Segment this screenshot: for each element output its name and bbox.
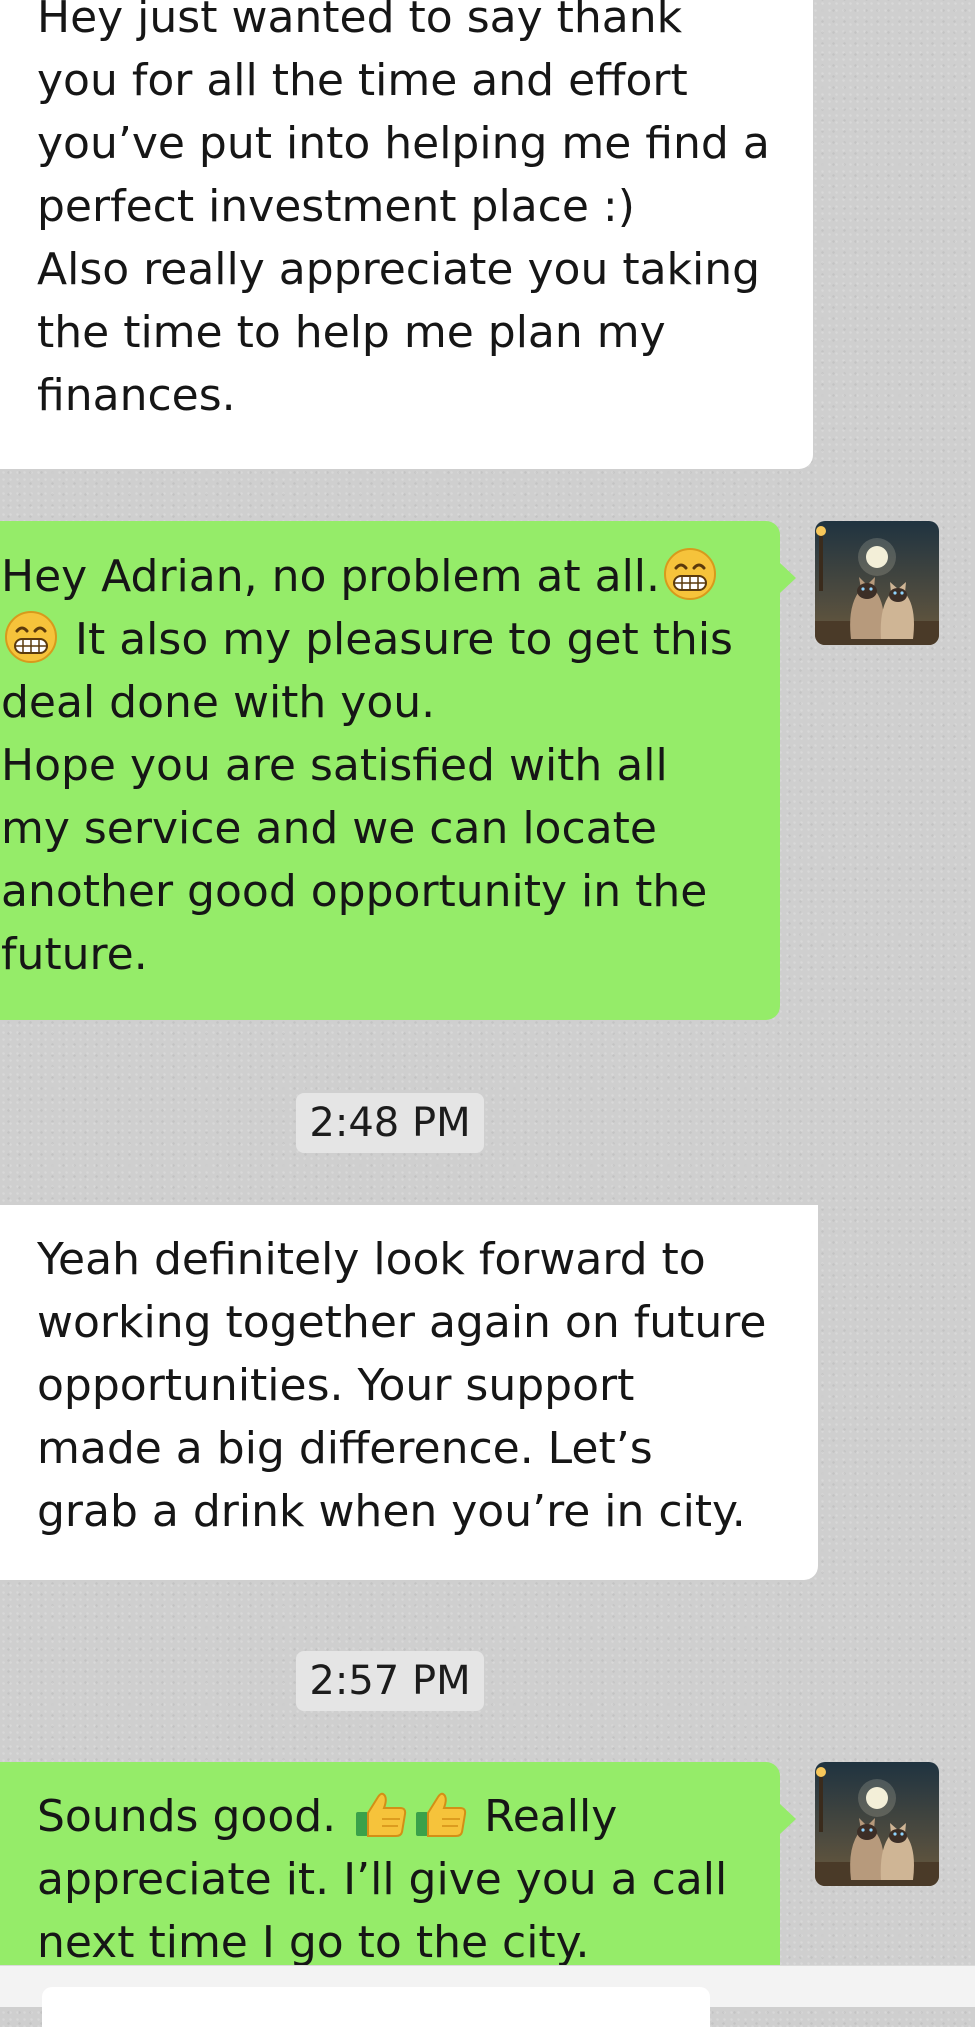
message-text: Sounds good. bbox=[37, 1791, 351, 1842]
chat-area[interactable]: Hey just wanted to say thank you for all… bbox=[0, 0, 975, 1965]
contact-avatar[interactable] bbox=[815, 1762, 939, 1886]
thumbs-up-emoji bbox=[416, 1792, 467, 1837]
message-text: Hey just wanted to say thank you for all… bbox=[37, 0, 770, 421]
message-text: Yeah definitely look forward to working … bbox=[37, 1234, 767, 1537]
message-text: Hey Adrian, no problem at all. bbox=[1, 551, 661, 602]
timestamp: 2:57 PM bbox=[296, 1651, 484, 1711]
message-input-bar bbox=[0, 1965, 975, 2027]
cats-moonlight-avatar-icon bbox=[815, 521, 939, 645]
grinning-face-emoji bbox=[664, 548, 717, 600]
outgoing-message-bubble[interactable]: Hey Adrian, no problem at all. It also m… bbox=[0, 521, 796, 1020]
message-input[interactable] bbox=[42, 1987, 710, 2027]
timestamp: 2:48 PM bbox=[296, 1093, 484, 1153]
thumbs-up-emoji bbox=[356, 1792, 407, 1837]
contact-avatar[interactable] bbox=[815, 521, 939, 645]
message-text: It also my pleasure to get this deal don… bbox=[1, 614, 733, 980]
incoming-message-bubble[interactable]: Yeah definitely look forward to working … bbox=[0, 1205, 818, 1580]
incoming-message-bubble[interactable]: Hey just wanted to say thank you for all… bbox=[0, 0, 813, 469]
grinning-face-emoji bbox=[5, 611, 57, 663]
cats-moonlight-avatar-icon bbox=[815, 1762, 939, 1886]
outgoing-message-bubble[interactable]: Sounds good. Really appreciate it. I’ll … bbox=[0, 1762, 796, 1965]
